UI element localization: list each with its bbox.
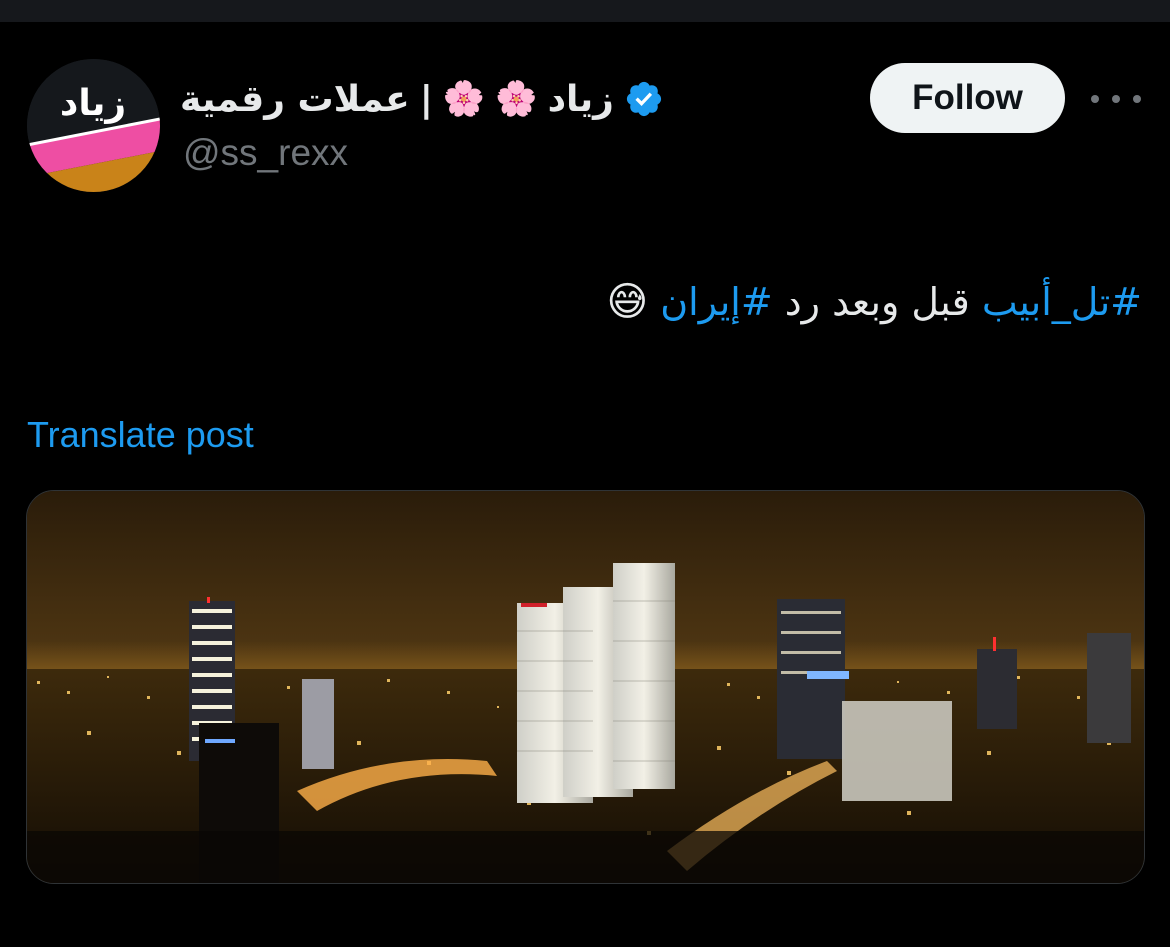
flower-emoji: 🌸: [495, 79, 538, 119]
post-media-image[interactable]: [26, 490, 1145, 884]
more-options-icon[interactable]: [1091, 84, 1141, 114]
name-main: زياد: [547, 78, 614, 120]
post-text: #تل_أبيب قبل وبعد رد #إيران 😅: [606, 272, 1142, 332]
more-dot: [1091, 95, 1099, 103]
more-dot: [1112, 95, 1120, 103]
avatar-logo-text: زياد: [60, 83, 126, 124]
more-dot: [1133, 95, 1141, 103]
top-bar-edge: [0, 0, 1170, 22]
translate-post-link[interactable]: Translate post: [27, 414, 254, 456]
flower-emoji: 🌸: [442, 79, 486, 119]
hashtag-iran[interactable]: #إيران: [660, 280, 772, 324]
sweat-smile-emoji: 😅: [606, 279, 649, 325]
hashtag-tel-aviv[interactable]: #تل_أبيب: [982, 280, 1142, 324]
verified-badge-icon: [624, 79, 664, 119]
author-handle[interactable]: @ss_rexx: [183, 132, 348, 174]
avatar[interactable]: زياد: [27, 59, 160, 192]
follow-button[interactable]: Follow: [870, 63, 1065, 133]
name-suffix: عملات رقمية: [180, 78, 410, 120]
author-display-name[interactable]: عملات رقمية | 🌸 🌸 زياد: [180, 70, 664, 128]
name-separator: |: [419, 78, 433, 120]
post-text-middle: قبل وبعد رد: [772, 280, 982, 324]
